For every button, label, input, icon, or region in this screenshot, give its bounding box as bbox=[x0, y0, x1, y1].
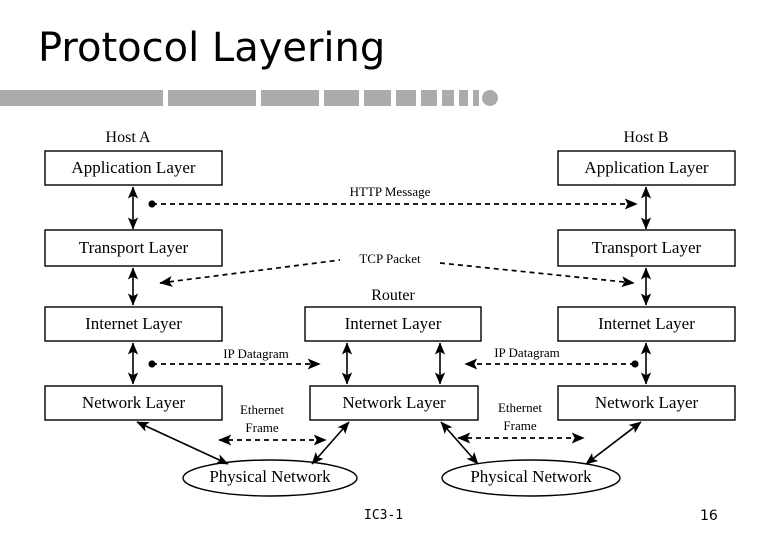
host-b-application-layer-label: Application Layer bbox=[584, 158, 708, 177]
router-network-layer-label: Network Layer bbox=[342, 393, 446, 412]
physical-network-left-label: Physical Network bbox=[209, 467, 331, 486]
host-a-network-physical-arrow bbox=[136, 421, 229, 465]
http-message-label: HTTP Message bbox=[350, 184, 431, 199]
host-a-internet-layer-label: Internet Layer bbox=[85, 314, 182, 333]
router-internet-layer-label: Internet Layer bbox=[345, 314, 442, 333]
ip-datagram-right-label: IP Datagram bbox=[494, 345, 560, 360]
host-a-network-layer-label: Network Layer bbox=[82, 393, 186, 412]
host-b-internet-layer-label: Internet Layer bbox=[598, 314, 695, 333]
host-b-title: Host B bbox=[624, 129, 669, 146]
ethernet-frame-left-label-line2: Frame bbox=[245, 420, 278, 435]
ethernet-frame-right-label-line1: Ethernet bbox=[498, 400, 542, 415]
physical-network-right-label: Physical Network bbox=[470, 467, 592, 486]
ip-datagram-left-label: IP Datagram bbox=[223, 346, 289, 361]
router-title: Router bbox=[371, 287, 415, 304]
slide-protocol-layering: { "slide": { "title": "Protocol Layering… bbox=[0, 0, 780, 540]
protocol-layering-diagram: Host A Application Layer Transport Layer… bbox=[44, 129, 736, 497]
host-b-network-physical-arrow bbox=[585, 421, 642, 465]
router-network-physical-left-arrow bbox=[311, 421, 350, 465]
tcp-packet-label: TCP Packet bbox=[359, 251, 421, 266]
host-a-title: Host A bbox=[106, 129, 151, 146]
router-network-physical-right-arrow bbox=[440, 421, 479, 465]
ethernet-frame-left-label-line1: Ethernet bbox=[240, 402, 284, 417]
host-a-transport-layer-label: Transport Layer bbox=[79, 238, 189, 257]
footer-course-code: IC3-1 bbox=[364, 508, 404, 523]
host-a-application-layer-label: Application Layer bbox=[71, 158, 195, 177]
host-b-network-layer-label: Network Layer bbox=[595, 393, 699, 412]
ethernet-frame-right-label-line2: Frame bbox=[503, 418, 536, 433]
footer-page-number: 16 bbox=[700, 508, 718, 524]
host-b-transport-layer-label: Transport Layer bbox=[592, 238, 702, 257]
